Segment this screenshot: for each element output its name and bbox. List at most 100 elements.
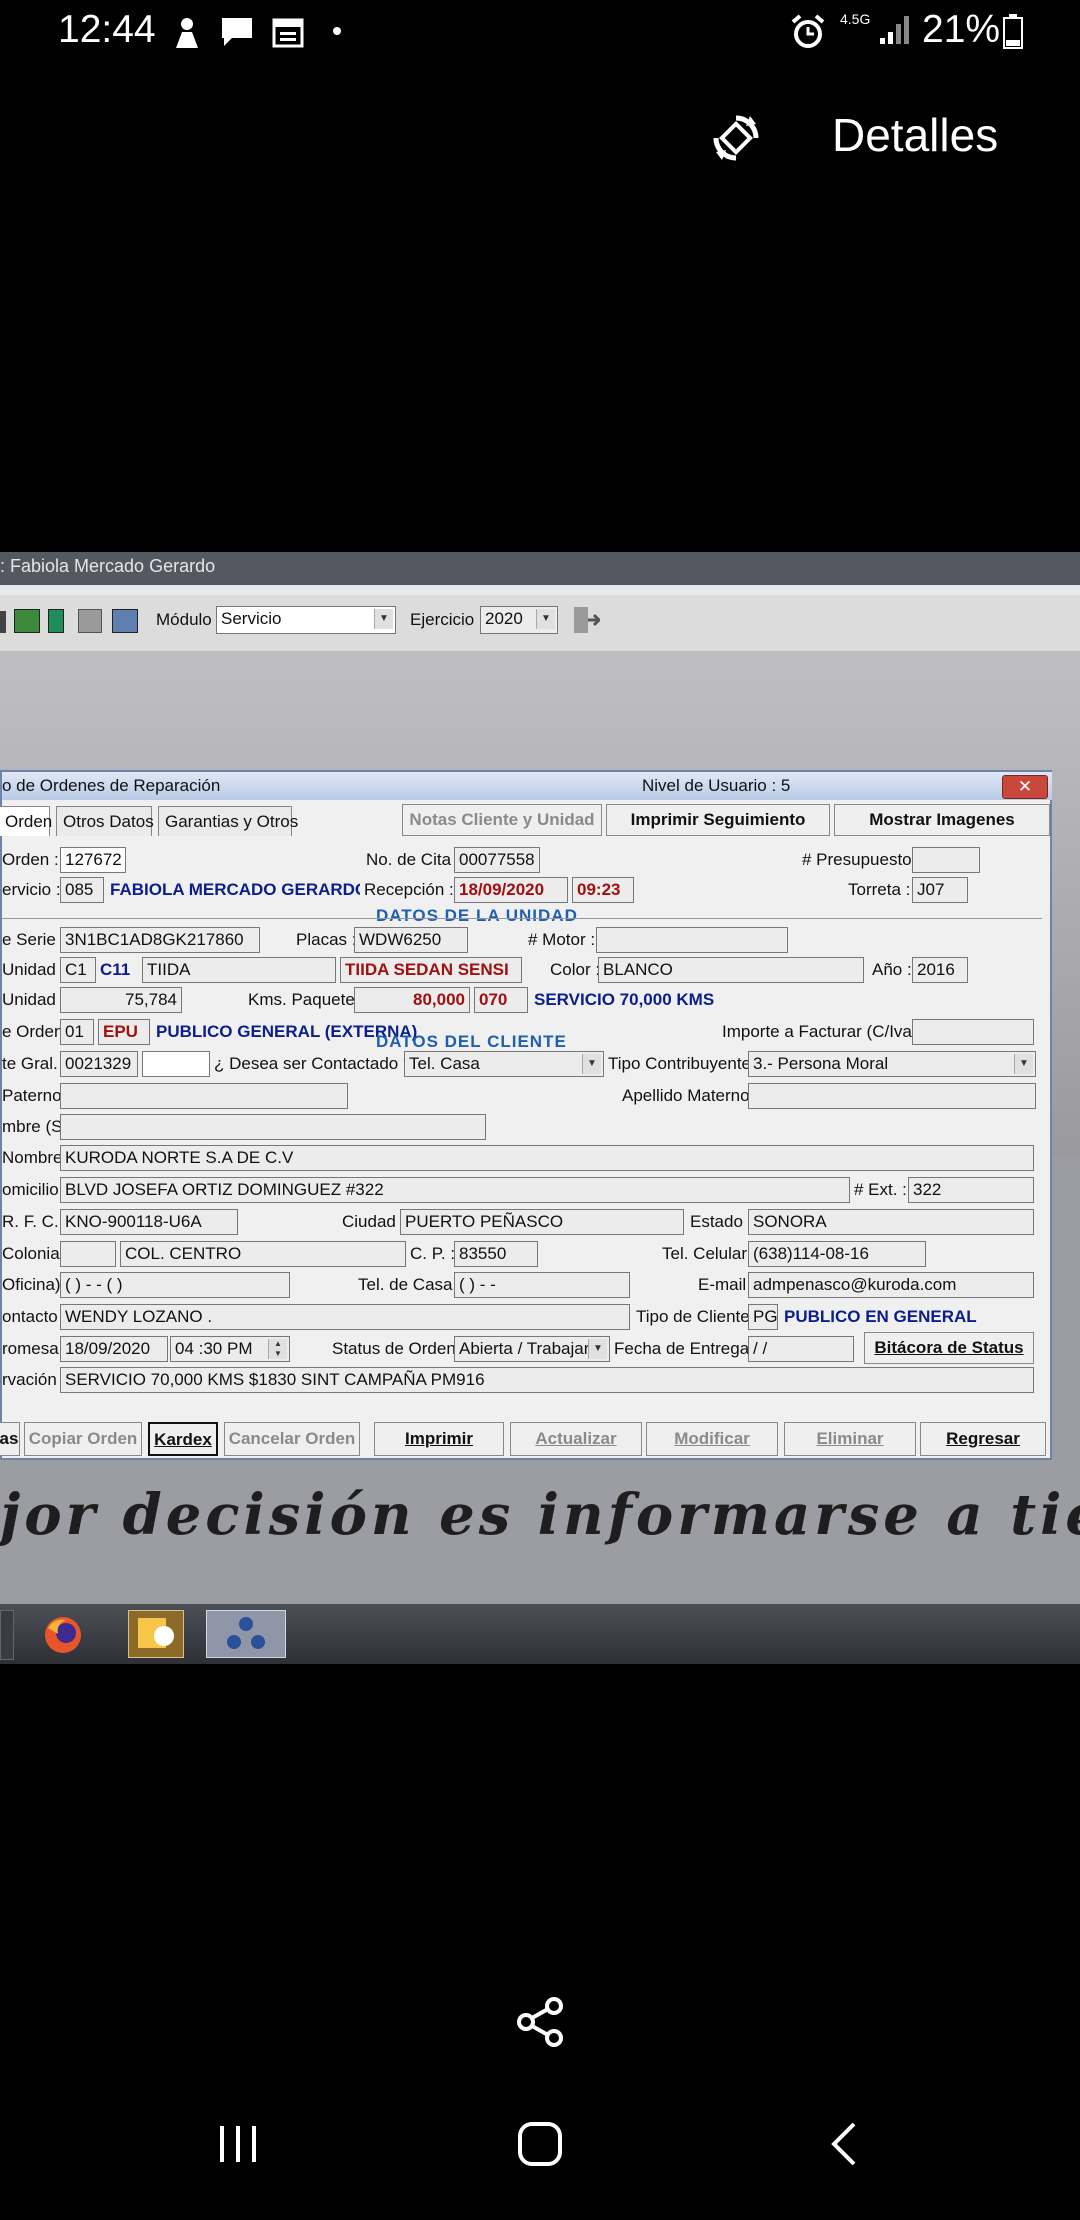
message-icon [222,18,252,46]
imprimir-seguimiento-button[interactable]: Imprimir Seguimiento [606,804,830,836]
toolbar-users-icon[interactable] [112,609,138,633]
paquete-code[interactable]: 070 [474,987,528,1013]
observacion-field[interactable]: SERVICIO 70,000 KMS $1830 SINT CAMPAÑA P… [60,1367,1034,1393]
tipo-cliente-code[interactable]: PG [748,1304,778,1330]
torreta-field[interactable]: J07 [912,877,968,903]
share-icon[interactable] [514,1996,566,2048]
toolbar-docs-icon[interactable] [78,609,102,633]
tipo-orden-abbr[interactable]: EPU [98,1019,150,1045]
tab-garantias[interactable]: Garantias y Otros [158,806,298,836]
paquete-km[interactable]: 80,000 [354,987,470,1013]
bitacora-button[interactable]: Bitácora de Status [864,1332,1034,1364]
alarm-icon [791,14,825,48]
cita-label: No. de Cita : [366,850,461,869]
recepcion-date[interactable]: 18/09/2020 [454,877,568,903]
nombre-field[interactable]: KURODA NORTE S.A DE C.V [60,1145,1034,1171]
color-field[interactable]: BLANCO [598,957,864,983]
cte-field[interactable]: 0021329 [60,1051,138,1077]
cancelar-orden-button[interactable]: Cancelar Orden [224,1422,360,1456]
ejercicio-select[interactable]: 2020 ▼ [480,606,558,634]
casa-field[interactable]: ( ) - - [454,1272,630,1298]
contacto-field[interactable]: WENDY LOZANO . [60,1304,630,1330]
recepcion-time[interactable]: 09:23 [572,877,634,903]
actualizar-button[interactable]: Actualizar [510,1422,642,1456]
entrega-label: Fecha de Entrega : [614,1339,759,1358]
tab-orden[interactable]: Orden [0,806,52,836]
placas-field[interactable]: WDW6250 [354,927,468,953]
recent-apps-icon[interactable] [216,2120,264,2168]
back-icon[interactable] [824,2120,864,2168]
materno-field[interactable] [748,1083,1036,1109]
contactado-label: ¿ Desea ser Contactado ? : [214,1054,422,1073]
toolbar-book-icon[interactable] [48,609,64,633]
close-button[interactable]: ✕ [1002,775,1048,799]
oficina-field[interactable]: ( ) - - ( ) [60,1272,290,1298]
orden-field[interactable]: 127672 [60,847,126,873]
eliminar-button[interactable]: Eliminar [784,1422,916,1456]
chevron-down-icon: ▼ [374,609,393,629]
estado-field[interactable]: SONORA [748,1209,1034,1235]
colonia-field[interactable]: COL. CENTRO [120,1241,406,1267]
servicio-code[interactable]: 085 [60,877,104,903]
km-field[interactable]: 75,784 [60,987,182,1013]
color-label: Color : [550,960,601,979]
notas-cliente-button[interactable]: Notas Cliente y Unidad [402,804,602,836]
contribuyente-select[interactable]: 3.- Persona Moral ▼ [748,1051,1036,1077]
email-field[interactable]: admpenasco@kuroda.com [748,1272,1034,1298]
time-spinner-icon[interactable]: ▲ ▼ [268,1339,287,1359]
promesa-date[interactable]: 18/09/2020 [60,1336,168,1362]
chevron-down-icon: ▼ [588,1339,607,1359]
home-icon[interactable] [516,2120,564,2168]
colonia-code[interactable] [60,1241,116,1267]
modulo-label: Módulo : [156,610,222,629]
motor-field[interactable] [596,927,788,953]
contactado-select[interactable]: Tel. Casa ▼ [404,1051,604,1077]
rfc-field[interactable]: KNO-900118-U6A [60,1209,238,1235]
ext-field[interactable]: 322 [908,1177,1034,1203]
unidad-model[interactable]: TIIDA [142,957,336,983]
domicilio-field[interactable]: BLVD JOSEFA ORTIZ DOMINGUEZ #322 [60,1177,850,1203]
unidad-model-code: C11 [100,960,131,979]
copiar-orden-button[interactable]: Copiar Orden [24,1422,142,1456]
tipo-cliente-label: Tipo de Cliente : [636,1307,760,1326]
presupuesto-label: # Presupuesto : [802,850,922,869]
cita-field[interactable]: 00077558 [454,847,540,873]
ejercicio-label: Ejercicio : [410,610,484,629]
regresar-button[interactable]: Regresar [920,1422,1046,1456]
details-button[interactable]: Detalles [832,108,998,162]
outlook-icon[interactable] [128,1610,184,1658]
firefox-icon[interactable] [40,1614,86,1656]
mostrar-imagenes-button[interactable]: Mostrar Imagenes [834,804,1050,836]
entrega-field[interactable]: / / [748,1336,854,1362]
promesa-time[interactable]: 04 :30 PM ▲ ▼ [170,1336,290,1362]
celular-field[interactable]: (638)114-08-16 [748,1241,926,1267]
modificar-button[interactable]: Modificar [646,1422,778,1456]
partial-left-button[interactable]: as [0,1422,20,1456]
auto-rotate-icon[interactable] [710,112,762,164]
photo-viewer-image: : Fabiola Mercado Gerardo Módulo : Servi… [0,552,1080,1664]
app-taskbar-icon[interactable] [206,1610,286,1658]
asesor-name: FABIOLA MERCADO GERARDO [110,880,360,899]
cp-field[interactable]: 83550 [454,1241,538,1267]
exit-icon[interactable] [572,605,600,635]
taskbar-start-partial[interactable] [0,1610,14,1660]
kardex-button[interactable]: Kardex [148,1422,218,1456]
status-select[interactable]: Abierta / Trabajar ▼ [454,1336,610,1362]
importe-field[interactable] [912,1019,1034,1045]
anio-field[interactable]: 2016 [912,957,968,983]
presupuesto-field[interactable] [912,847,980,873]
nombres-field[interactable] [60,1114,486,1140]
paterno-field[interactable] [60,1083,348,1109]
toolbar-image-icon[interactable] [14,609,40,633]
serie-field[interactable]: 3N1BC1AD8GK217860 [60,927,260,953]
tipo-orden-code[interactable]: 01 [60,1019,94,1045]
unidad-desc[interactable]: TIIDA SEDAN SENSI [340,957,522,983]
modulo-select[interactable]: Servicio ▼ [216,606,396,634]
cte-extra-field[interactable] [142,1051,210,1077]
toolbar-cut-icon[interactable] [0,611,6,633]
ciudad-field[interactable]: PUERTO PEÑASCO [400,1209,684,1235]
unidad-code[interactable]: C1 [60,957,96,983]
casa-label: Tel. de Casa : [358,1275,462,1294]
tab-otros-datos[interactable]: Otros Datos [56,806,154,836]
imprimir-button[interactable]: Imprimir [374,1422,504,1456]
